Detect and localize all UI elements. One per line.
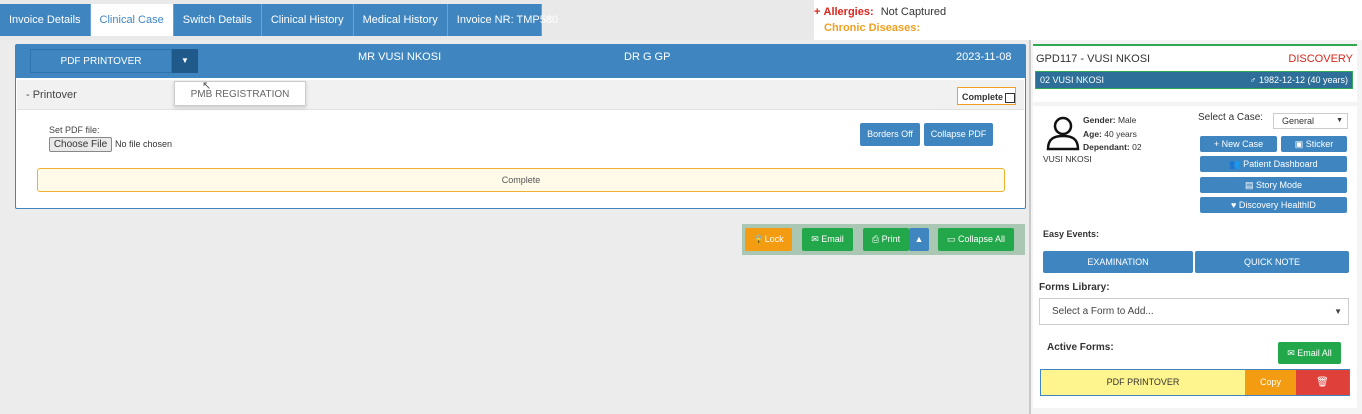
- copy-form-button[interactable]: Copy: [1245, 370, 1296, 395]
- tab-switch-details[interactable]: Switch Details: [173, 4, 262, 36]
- file-status: No file chosen: [115, 139, 173, 149]
- envelope-icon: ✉: [1287, 348, 1298, 358]
- allergies-value: Not Captured: [880, 6, 947, 18]
- quick-note-button[interactable]: QUICK NOTE: [1195, 251, 1349, 273]
- form-date: 2023-11-08: [956, 51, 1012, 63]
- male-icon: ♂: [1249, 75, 1259, 85]
- folder-open-icon: ▭: [946, 234, 958, 244]
- borders-off-button[interactable]: Borders Off: [860, 123, 920, 146]
- caret-up-icon: ▲: [914, 234, 924, 244]
- choose-file-button[interactable]: Choose File: [49, 137, 112, 152]
- complete-checkbox[interactable]: Complete: [957, 87, 1016, 105]
- chevron-down-icon: ▼: [1334, 307, 1342, 316]
- dependant-value: 02: [1132, 142, 1142, 152]
- alerts-panel: + Allergies: Not Captured Chronic Diseas…: [814, 0, 1362, 40]
- email-button[interactable]: ✉ Email: [802, 228, 853, 251]
- caret-down-icon: ▼: [181, 56, 189, 65]
- patient-dashboard-button[interactable]: 👥 Patient Dashboard: [1200, 156, 1347, 172]
- allergies-line: + Allergies: Not Captured: [814, 6, 946, 18]
- patient-code-name: GPD117 - VUSI NKOSI: [1036, 53, 1151, 65]
- tab-medical-history[interactable]: Medical History: [353, 4, 448, 36]
- action-bar: 🔒Lock ✉ Email ⎙ Print ▲ ▭ Collapse All: [742, 224, 1025, 255]
- form-panel: PDF PRINTOVER ▼ MR VUSI NKOSI DR G GP 20…: [15, 44, 1026, 209]
- active-form-row: PDF PRINTOVER Copy 🗑: [1040, 369, 1350, 396]
- form-panel-header: PDF PRINTOVER ▼ MR VUSI NKOSI DR G GP 20…: [16, 45, 1025, 78]
- user-avatar-icon: [1046, 116, 1080, 151]
- tab-clinical-case[interactable]: Clinical Case: [90, 4, 174, 36]
- dob-age: ♂ 1982-12-12 (40 years): [1249, 75, 1348, 85]
- checkbox-icon: [1005, 92, 1016, 103]
- active-form-name[interactable]: PDF PRINTOVER: [1041, 370, 1245, 395]
- story-icon: ▤: [1244, 180, 1256, 190]
- patient-demographics: Gender: Male Age: 40 years Dependant: 02: [1083, 115, 1142, 152]
- email-all-button[interactable]: ✉ Email All: [1278, 342, 1341, 364]
- tab-invoice-details[interactable]: Invoice Details: [0, 4, 91, 36]
- tab-invoice-number[interactable]: Invoice NR: TMP580: [447, 4, 558, 36]
- patient-detail-card: Gender: Male Age: 40 years Dependant: 02…: [1033, 106, 1357, 408]
- print-button[interactable]: ⎙ Print: [863, 228, 909, 251]
- collapse-all-button[interactable]: ▭ Collapse All: [938, 228, 1014, 251]
- allergies-label: Allergies:: [823, 6, 874, 18]
- easy-events-label: Easy Events:: [1043, 229, 1100, 239]
- patient-name-label: VUSI NKOSI: [1043, 154, 1092, 164]
- new-case-button[interactable]: + New Case: [1200, 136, 1277, 152]
- collapse-pdf-button[interactable]: Collapse PDF: [924, 123, 993, 146]
- plus-icon: +: [814, 6, 821, 18]
- select-case-label: Select a Case:: [1198, 112, 1264, 123]
- printover-title: - Printover: [26, 89, 77, 101]
- complete-checkbox-label: Complete: [962, 92, 1004, 102]
- story-mode-button[interactable]: ▤ Story Mode: [1200, 177, 1347, 193]
- case-select[interactable]: General ▼: [1273, 113, 1348, 129]
- dependant-name: 02 VUSI NKOSI: [1040, 75, 1105, 85]
- chronic-line: Chronic Diseases:: [824, 22, 920, 34]
- sticker-icon: ▣: [1294, 139, 1306, 149]
- medical-scheme: DISCOVERY: [1288, 53, 1353, 65]
- envelope-icon: ✉: [811, 234, 822, 244]
- forms-library-label: Forms Library:: [1039, 282, 1110, 293]
- chronic-diseases-label: Chronic Diseases:: [824, 22, 920, 34]
- plus-icon: +: [1213, 139, 1222, 149]
- heart-icon: ♥: [1231, 200, 1239, 210]
- form-select-button[interactable]: PDF PRINTOVER: [30, 49, 172, 73]
- printer-icon: ⎙: [871, 234, 882, 244]
- dependant-strip: 02 VUSI NKOSI ♂ 1982-12-12 (40 years): [1035, 71, 1353, 89]
- users-icon: 👥: [1229, 159, 1244, 169]
- forms-library-select[interactable]: Select a Form to Add... ▼: [1039, 298, 1349, 325]
- dropdown-item-pmb-registration[interactable]: PMB REGISTRATION: [174, 81, 306, 106]
- form-dropdown-toggle[interactable]: ▼: [172, 49, 198, 73]
- examination-button[interactable]: EXAMINATION: [1043, 251, 1193, 273]
- set-pdf-label: Set PDF file:: [49, 125, 100, 135]
- patient-name: MR VUSI NKOSI: [358, 51, 442, 63]
- sticker-button[interactable]: ▣ Sticker: [1281, 136, 1347, 152]
- lock-icon: 🔒: [753, 234, 765, 244]
- age-value: 40 years: [1104, 128, 1137, 139]
- printover-section-header[interactable]: - Printover Complete: [17, 80, 1024, 110]
- discovery-healthid-button[interactable]: ♥ Discovery HealthID: [1200, 197, 1347, 213]
- tab-bar: Invoice Details Clinical Case Switch Det…: [0, 0, 814, 40]
- doctor-name: DR G GP: [624, 51, 671, 63]
- patient-summary-card: GPD117 - VUSI NKOSI DISCOVERY 02 VUSI NK…: [1033, 44, 1357, 102]
- gender-value: Male: [1117, 115, 1137, 125]
- tab-clinical-history[interactable]: Clinical History: [261, 4, 354, 36]
- complete-button[interactable]: Complete: [37, 168, 1005, 192]
- chevron-down-icon: ▼: [1336, 117, 1343, 124]
- delete-form-button[interactable]: 🗑: [1296, 370, 1349, 395]
- mouse-cursor-icon: ↖: [202, 80, 212, 92]
- print-options-toggle[interactable]: ▲: [909, 228, 929, 251]
- active-forms-label: Active Forms:: [1047, 342, 1114, 353]
- lock-button[interactable]: 🔒Lock: [745, 228, 792, 251]
- tab-list: Invoice Details Clinical Case Switch Det…: [0, 4, 558, 36]
- trash-icon: 🗑: [1316, 377, 1329, 388]
